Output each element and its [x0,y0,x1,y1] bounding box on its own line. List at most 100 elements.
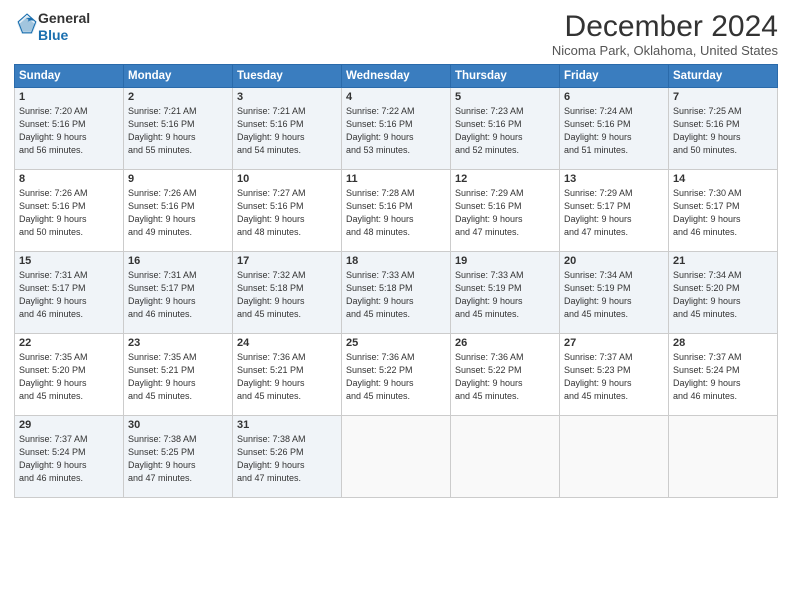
col-header-thursday: Thursday [451,65,560,88]
calendar-cell: 16 Sunrise: 7:31 AMSunset: 5:17 PMDayligh… [124,252,233,334]
location: Nicoma Park, Oklahoma, United States [552,43,778,58]
calendar-cell: 21Sunrise: 7:34 AMSunset: 5:20 PMDayligh… [669,252,778,334]
calendar-cell: 7Sunrise: 7:25 AMSunset: 5:16 PMDaylight… [669,88,778,170]
calendar-cell: 9 Sunrise: 7:26 AMSunset: 5:16 PMDaylight… [124,170,233,252]
calendar-cell [342,416,451,498]
day-info: Sunrise: 7:35 AMSunset: 5:21 PMDaylight:… [128,352,197,401]
calendar-cell: 26 Sunrise: 7:36 AMSunset: 5:22 PMDayligh… [451,334,560,416]
day-info: Sunrise: 7:33 AMSunset: 5:19 PMDaylight:… [455,270,524,319]
day-info: Sunrise: 7:36 AMSunset: 5:21 PMDaylight:… [237,352,306,401]
day-info: Sunrise: 7:35 AMSunset: 5:20 PMDaylight:… [19,352,88,401]
page: General Blue December 2024 Nicoma Park, … [0,0,792,612]
day-info: Sunrise: 7:26 AMSunset: 5:16 PMDaylight:… [19,188,88,237]
calendar-cell: 13 Sunrise: 7:29 AMSunset: 5:17 PMDayligh… [560,170,669,252]
week-row-5: 29 Sunrise: 7:37 AMSunset: 5:24 PMDayligh… [15,416,778,498]
header: General Blue December 2024 Nicoma Park, … [14,10,778,58]
calendar-cell: 8 Sunrise: 7:26 AMSunset: 5:16 PMDaylight… [15,170,124,252]
week-row-3: 15 Sunrise: 7:31 AMSunset: 5:17 PMDayligh… [15,252,778,334]
day-info: Sunrise: 7:25 AMSunset: 5:16 PMDaylight:… [673,106,742,155]
col-header-saturday: Saturday [669,65,778,88]
header-row: SundayMondayTuesdayWednesdayThursdayFrid… [15,65,778,88]
day-number: 10 [237,173,337,185]
day-number: 2 [128,91,228,103]
day-info: Sunrise: 7:32 AMSunset: 5:18 PMDaylight:… [237,270,306,319]
week-row-4: 22 Sunrise: 7:35 AMSunset: 5:20 PMDayligh… [15,334,778,416]
day-number: 11 [346,173,446,185]
day-info: Sunrise: 7:24 AMSunset: 5:16 PMDaylight:… [564,106,633,155]
day-number: 14 [673,173,773,185]
calendar-cell: 25 Sunrise: 7:36 AMSunset: 5:22 PMDayligh… [342,334,451,416]
calendar-table: SundayMondayTuesdayWednesdayThursdayFrid… [14,64,778,498]
day-number: 24 [237,337,337,349]
calendar-cell [451,416,560,498]
day-number: 17 [237,255,337,267]
day-number: 6 [564,91,664,103]
calendar-cell [560,416,669,498]
col-header-tuesday: Tuesday [233,65,342,88]
calendar-cell: 11 Sunrise: 7:28 AMSunset: 5:16 PMDayligh… [342,170,451,252]
calendar-cell: 19 Sunrise: 7:33 AMSunset: 5:19 PMDayligh… [451,252,560,334]
day-number: 9 [128,173,228,185]
logo-icon [16,13,38,35]
day-number: 5 [455,91,555,103]
day-info: Sunrise: 7:37 AMSunset: 5:23 PMDaylight:… [564,352,633,401]
calendar-cell [669,416,778,498]
day-info: Sunrise: 7:21 AMSunset: 5:16 PMDaylight:… [128,106,197,155]
calendar-cell: 3Sunrise: 7:21 AMSunset: 5:16 PMDaylight… [233,88,342,170]
month-title: December 2024 [552,10,778,43]
title-block: December 2024 Nicoma Park, Oklahoma, Uni… [552,10,778,58]
day-info: Sunrise: 7:30 AMSunset: 5:17 PMDaylight:… [673,188,742,237]
day-number: 16 [128,255,228,267]
day-number: 15 [19,255,119,267]
day-number: 18 [346,255,446,267]
day-info: Sunrise: 7:31 AMSunset: 5:17 PMDaylight:… [128,270,197,319]
day-number: 8 [19,173,119,185]
calendar-cell: 15 Sunrise: 7:31 AMSunset: 5:17 PMDayligh… [15,252,124,334]
calendar-cell: 20Sunrise: 7:34 AMSunset: 5:19 PMDayligh… [560,252,669,334]
day-info: Sunrise: 7:28 AMSunset: 5:16 PMDaylight:… [346,188,415,237]
day-info: Sunrise: 7:33 AMSunset: 5:18 PMDaylight:… [346,270,415,319]
day-number: 28 [673,337,773,349]
day-info: Sunrise: 7:21 AMSunset: 5:16 PMDaylight:… [237,106,306,155]
day-info: Sunrise: 7:31 AMSunset: 5:17 PMDaylight:… [19,270,88,319]
day-info: Sunrise: 7:34 AMSunset: 5:19 PMDaylight:… [564,270,633,319]
calendar-cell: 27Sunrise: 7:37 AMSunset: 5:23 PMDayligh… [560,334,669,416]
calendar-cell: 23Sunrise: 7:35 AMSunset: 5:21 PMDayligh… [124,334,233,416]
day-info: Sunrise: 7:29 AMSunset: 5:16 PMDaylight:… [455,188,524,237]
day-info: Sunrise: 7:26 AMSunset: 5:16 PMDaylight:… [128,188,197,237]
calendar-cell: 10 Sunrise: 7:27 AMSunset: 5:16 PMDayligh… [233,170,342,252]
day-info: Sunrise: 7:37 AMSunset: 5:24 PMDaylight:… [19,434,88,483]
day-info: Sunrise: 7:29 AMSunset: 5:17 PMDaylight:… [564,188,633,237]
calendar-cell: 6 Sunrise: 7:24 AMSunset: 5:16 PMDaylight… [560,88,669,170]
calendar-cell: 12 Sunrise: 7:29 AMSunset: 5:16 PMDayligh… [451,170,560,252]
calendar-cell: 4Sunrise: 7:22 AMSunset: 5:16 PMDaylight… [342,88,451,170]
day-info: Sunrise: 7:27 AMSunset: 5:16 PMDaylight:… [237,188,306,237]
day-number: 29 [19,419,119,431]
day-info: Sunrise: 7:36 AMSunset: 5:22 PMDaylight:… [346,352,415,401]
col-header-sunday: Sunday [15,65,124,88]
calendar-cell: 22 Sunrise: 7:35 AMSunset: 5:20 PMDayligh… [15,334,124,416]
calendar-cell: 2 Sunrise: 7:21 AMSunset: 5:16 PMDaylight… [124,88,233,170]
week-row-2: 8 Sunrise: 7:26 AMSunset: 5:16 PMDaylight… [15,170,778,252]
calendar-cell: 28 Sunrise: 7:37 AMSunset: 5:24 PMDayligh… [669,334,778,416]
day-number: 30 [128,419,228,431]
day-number: 19 [455,255,555,267]
day-info: Sunrise: 7:36 AMSunset: 5:22 PMDaylight:… [455,352,524,401]
day-number: 12 [455,173,555,185]
day-number: 22 [19,337,119,349]
calendar-cell: 24 Sunrise: 7:36 AMSunset: 5:21 PMDayligh… [233,334,342,416]
day-number: 21 [673,255,773,267]
calendar-cell: 1Sunrise: 7:20 AMSunset: 5:16 PMDaylight… [15,88,124,170]
calendar-cell: 5Sunrise: 7:23 AMSunset: 5:16 PMDaylight… [451,88,560,170]
col-header-wednesday: Wednesday [342,65,451,88]
day-number: 25 [346,337,446,349]
day-number: 26 [455,337,555,349]
day-number: 13 [564,173,664,185]
calendar-cell: 18 Sunrise: 7:33 AMSunset: 5:18 PMDayligh… [342,252,451,334]
calendar-cell: 17 Sunrise: 7:32 AMSunset: 5:18 PMDayligh… [233,252,342,334]
day-info: Sunrise: 7:37 AMSunset: 5:24 PMDaylight:… [673,352,742,401]
day-info: Sunrise: 7:22 AMSunset: 5:16 PMDaylight:… [346,106,415,155]
col-header-friday: Friday [560,65,669,88]
calendar-cell: 29 Sunrise: 7:37 AMSunset: 5:24 PMDayligh… [15,416,124,498]
day-info: Sunrise: 7:20 AMSunset: 5:16 PMDaylight:… [19,106,88,155]
